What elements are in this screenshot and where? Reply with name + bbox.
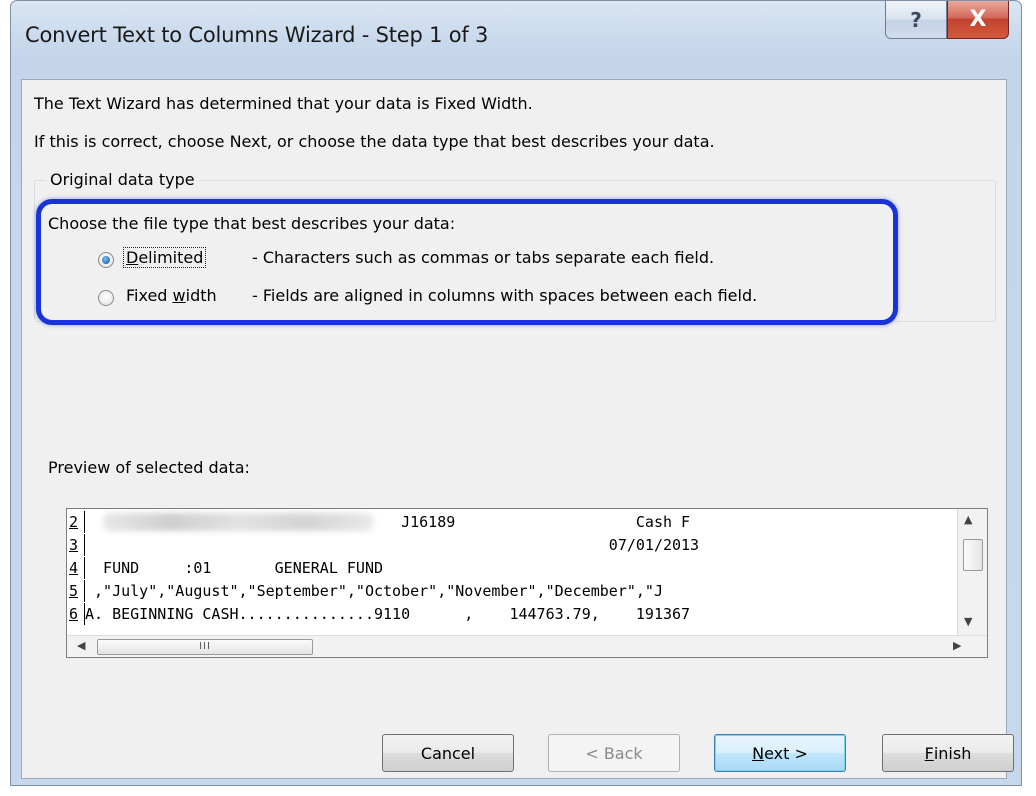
next-accel: N xyxy=(752,743,765,763)
preview-label: Preview of selected data: xyxy=(48,458,250,477)
file-type-prompt: Choose the file type that best describes… xyxy=(48,214,456,233)
vertical-scroll-thumb[interactable] xyxy=(963,539,983,571)
scroll-right-arrow-icon[interactable]: ▶ xyxy=(953,639,961,652)
fixed-width-label-post: idth xyxy=(185,286,217,305)
delimited-radio[interactable] xyxy=(98,252,114,268)
help-button[interactable]: ? xyxy=(885,1,947,39)
finish-accel: F xyxy=(924,743,934,763)
preview-row: 5 ,"July","August","September","October"… xyxy=(67,580,957,602)
row-number: 2 xyxy=(67,511,85,533)
fixed-width-label[interactable]: Fixed width xyxy=(126,286,217,305)
horizontal-scrollbar[interactable]: ◀ III ▶ xyxy=(67,635,987,657)
row-number: 6 xyxy=(67,603,85,625)
preview-row: 3 07/01/2013 xyxy=(67,534,957,556)
intro-text-1: The Text Wizard has determined that your… xyxy=(34,94,533,113)
scroll-left-arrow-icon[interactable]: ◀ xyxy=(77,639,85,652)
preview-content: 2 J16189 Cash F 3 07/01/2013 4 FUND :01 … xyxy=(67,509,958,635)
cancel-button[interactable]: Cancel xyxy=(382,734,514,772)
finish-button[interactable]: Finish xyxy=(882,734,1014,772)
row-text: ,"July","August","September","October","… xyxy=(85,582,663,600)
next-label: ext > xyxy=(764,743,808,763)
scroll-up-arrow-icon[interactable]: ▲ xyxy=(964,513,972,526)
preview-row: 6 A. BEGINNING CASH...............9110 , … xyxy=(67,603,957,625)
delimited-label-post: elimited xyxy=(138,248,204,267)
close-button[interactable]: X xyxy=(947,1,1009,39)
dialog-window: Convert Text to Columns Wizard - Step 1 … xyxy=(10,0,1022,786)
preview-row: 4 FUND :01 GENERAL FUND xyxy=(67,557,957,579)
title-bar[interactable]: Convert Text to Columns Wizard - Step 1 … xyxy=(11,1,1021,79)
delimited-description: - Characters such as commas or tabs sepa… xyxy=(252,248,715,267)
fixed-width-radio[interactable] xyxy=(98,290,114,306)
row-number: 5 xyxy=(67,580,85,602)
delimited-label[interactable]: Delimited xyxy=(122,247,207,268)
delimited-label-accel: D xyxy=(126,248,139,267)
group-legend: Original data type xyxy=(46,170,199,189)
horizontal-scroll-thumb[interactable]: III xyxy=(97,639,313,655)
window-title: Convert Text to Columns Wizard - Step 1 … xyxy=(25,23,489,47)
row-text: 07/01/2013 xyxy=(85,536,700,554)
fixed-width-label-accel: w xyxy=(172,286,186,305)
row-number: 3 xyxy=(67,534,85,556)
row-text: FUND :01 GENERAL FUND xyxy=(85,559,384,577)
row-text: A. BEGINNING CASH...............9110 , 1… xyxy=(85,605,691,623)
dialog-body: The Text Wizard has determined that your… xyxy=(21,79,1014,779)
fixed-width-label-pre: Fixed xyxy=(126,286,173,305)
finish-label: inish xyxy=(933,743,972,763)
redacted-text xyxy=(103,513,373,531)
scroll-down-arrow-icon[interactable]: ▼ xyxy=(964,615,972,628)
fixed-width-description: - Fields are aligned in columns with spa… xyxy=(252,286,758,305)
next-button[interactable]: Next > xyxy=(714,734,846,772)
row-number: 4 xyxy=(67,557,85,579)
data-preview[interactable]: 2 J16189 Cash F 3 07/01/2013 4 FUND :01 … xyxy=(66,508,988,658)
back-button[interactable]: < Back xyxy=(548,734,680,772)
intro-text-2: If this is correct, choose Next, or choo… xyxy=(34,132,715,151)
vertical-scrollbar[interactable]: ▲ ▼ xyxy=(957,509,987,635)
